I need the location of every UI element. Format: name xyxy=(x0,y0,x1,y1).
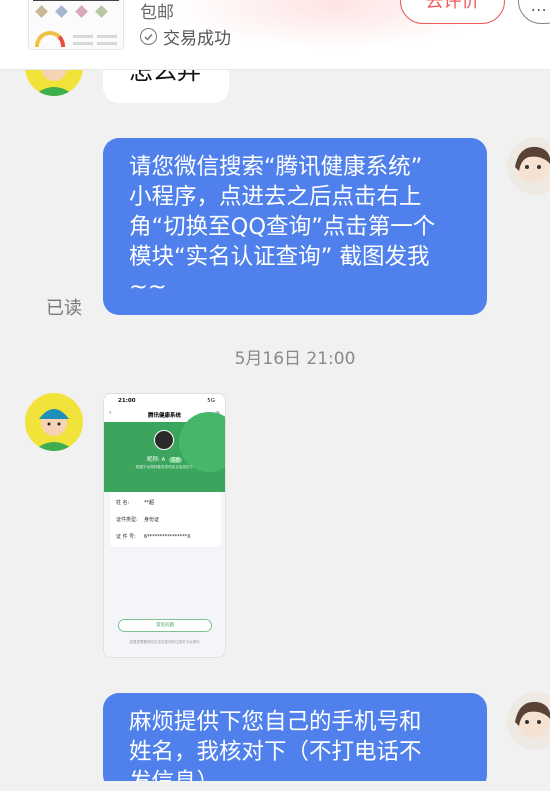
check-circle-icon xyxy=(140,28,157,45)
info-key: 证件类型: xyxy=(116,517,138,523)
order-card[interactable]: 包邮 交易成功 去评价 ··· xyxy=(0,0,550,70)
message-line: 小程序，点进去之后点击右上 xyxy=(129,184,422,210)
read-status: 已读 xyxy=(46,298,82,319)
image-message[interactable]: 21:00 5G ‹ 腾讯健康系统 •• ◎ 昵称: A 实名 根据平台规则要求… xyxy=(103,393,226,658)
customer-avatar[interactable] xyxy=(25,393,83,451)
info-value: **超 xyxy=(144,500,155,506)
verified-tag: 实名 xyxy=(169,457,183,463)
screenshot-subtitle: 根据平台规则要求您的实名信息如下 xyxy=(135,465,194,469)
info-row: 证 件 号: 6****************X xyxy=(116,533,191,540)
thumbnail-badge xyxy=(75,5,88,18)
outgoing-message-bubble[interactable]: 请您微信搜索“腾讯健康系统” 小程序，点进去之后点击右上 角“切换至QQ查询”点… xyxy=(103,138,487,315)
nickname-label: 昵称: xyxy=(146,457,160,463)
thumbnail-text-line xyxy=(97,42,117,45)
thumbnail-text-line xyxy=(97,35,117,38)
message-line: 麻烦提供下您自己的手机号和 xyxy=(129,709,422,735)
message-line: 角“切换至QQ查询”点击第一个 xyxy=(129,214,436,240)
thumbnail-badge xyxy=(55,5,68,18)
outgoing-message-bubble[interactable]: 麻烦提供下您自己的手机号和 姓名，我核对下（不打电话不 发信息） xyxy=(103,693,487,791)
info-value: 6****************X xyxy=(144,534,191,540)
screenshot-nickname: 昵称: A 实名 xyxy=(104,455,225,463)
message-line: 请您微信搜索“腾讯健康系统” xyxy=(129,154,423,180)
screenshot-footer: 如果您需要修改实名信息请前往相关平台操作 xyxy=(129,640,200,644)
screenshot-user-avatar xyxy=(154,430,174,450)
shipping-label: 包邮 xyxy=(140,3,174,23)
message-timestamp: 5月16日 21:00 xyxy=(234,349,356,369)
screenshot-info-card: 姓 名: **超 证件类型: 身份证 证 件 号: 6****************… xyxy=(110,492,221,547)
product-thumbnail[interactable] xyxy=(28,0,124,50)
message-line: ~~ xyxy=(129,274,167,300)
more-button[interactable]: ··· xyxy=(518,0,550,24)
info-row: 姓 名: **超 xyxy=(116,499,154,506)
thumbnail-badge xyxy=(95,5,108,18)
bottom-edge xyxy=(0,781,550,791)
thumbnail-badge xyxy=(35,5,48,18)
order-status: 交易成功 xyxy=(140,24,231,49)
order-status-text: 交易成功 xyxy=(163,29,231,49)
screenshot-signal: 5G xyxy=(207,398,215,404)
screenshot-faq-button: 常见问题 xyxy=(118,619,212,632)
message-line: 模块“实名认证查询” 截图发我 xyxy=(129,244,430,270)
review-button[interactable]: 去评价 xyxy=(400,0,505,24)
screenshot-status-bar: 21:00 5G xyxy=(104,394,225,408)
info-value: 身份证 xyxy=(144,517,160,523)
message-line: 姓名，我核对下（不打电话不 xyxy=(129,739,422,765)
screenshot-time: 21:00 xyxy=(118,398,136,404)
seller-avatar[interactable] xyxy=(507,137,550,195)
thumbnail-gauge xyxy=(35,31,65,47)
thumbnail-text-line xyxy=(73,35,93,38)
info-key: 姓 名: xyxy=(116,500,130,506)
info-key: 证 件 号: xyxy=(116,534,136,540)
thumbnail-header-bar xyxy=(33,0,119,1)
more-dots-icon: ··· xyxy=(531,3,548,19)
thumbnail-text-line xyxy=(73,42,93,45)
info-row: 证件类型: 身份证 xyxy=(116,516,159,523)
decorative-circle xyxy=(179,412,225,472)
nickname-value: A xyxy=(161,457,166,463)
seller-avatar[interactable] xyxy=(507,692,550,750)
